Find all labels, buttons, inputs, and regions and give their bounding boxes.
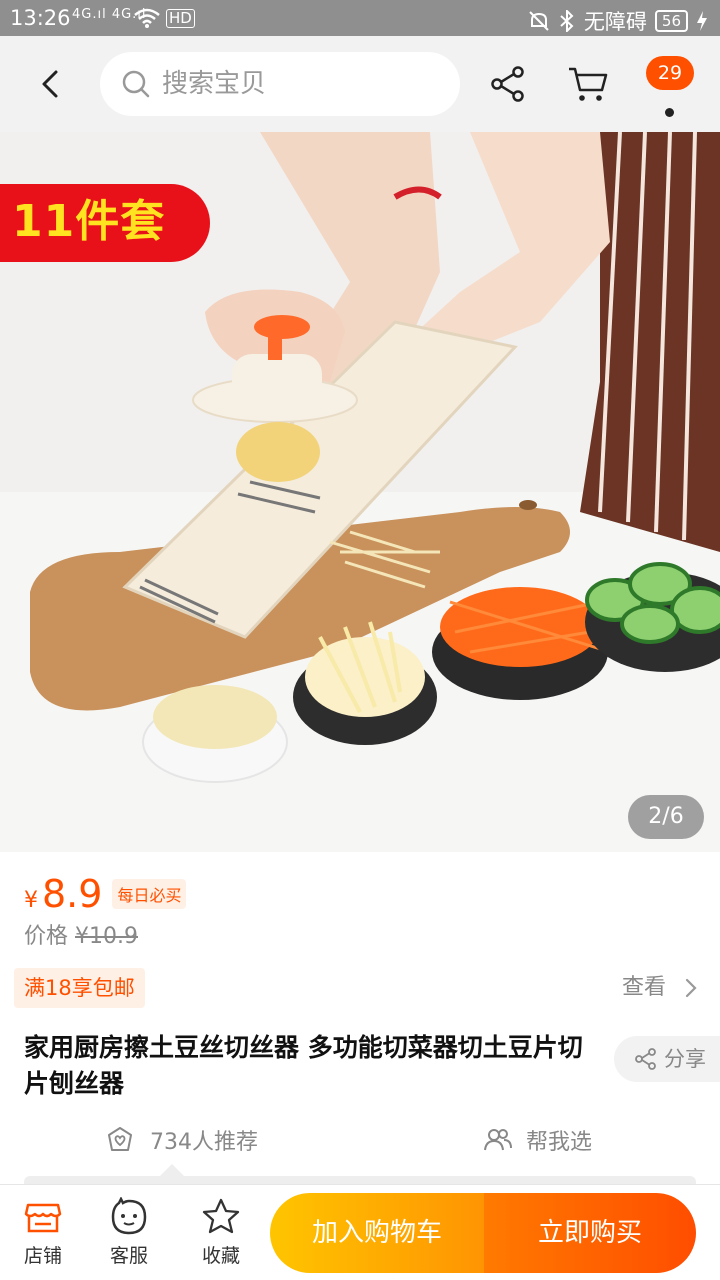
add-to-cart-button[interactable]: 加入购物车 (270, 1193, 484, 1273)
charging-icon (697, 11, 707, 31)
recommend-label: 734人推荐 (150, 1130, 258, 1155)
more-icon (665, 108, 674, 117)
people-icon (484, 1129, 512, 1151)
favorite-tab[interactable]: 收藏 (186, 1197, 256, 1269)
view-link[interactable]: 查看 (622, 972, 666, 1004)
currency-symbol: ¥ (24, 888, 38, 913)
chat-face-icon (111, 1197, 147, 1235)
buy-now-button[interactable]: 立即购买 (484, 1193, 696, 1273)
image-pager: 2/6 (628, 795, 704, 839)
bluetooth-icon (560, 10, 574, 32)
chevron-right-icon[interactable] (682, 977, 700, 999)
original-price: ¥10.9 (75, 924, 138, 949)
store-tab[interactable]: 店铺 (8, 1197, 78, 1269)
help-pick[interactable]: 帮我选 (484, 1124, 592, 1156)
service-label: 客服 (109, 1245, 148, 1267)
promo-ribbon: 11件套 (0, 184, 210, 262)
search-input[interactable]: 搜索宝贝 (100, 52, 460, 116)
current-price: 8.9 (42, 872, 103, 916)
promo-text: 11件套 (12, 196, 166, 247)
share-button[interactable]: 分享 (614, 1036, 720, 1082)
share-icon (635, 1048, 656, 1070)
favorite-label: 收藏 (201, 1245, 240, 1267)
free-shipping-tag: 满18享包邮 (14, 968, 145, 1008)
status-bar: 13:26 4G.ıl 4G.ıl HD 无障碍 56 (0, 0, 720, 36)
daily-buy-tag: 每日必买 (112, 879, 187, 909)
service-tab[interactable]: 客服 (94, 1197, 164, 1269)
nav-bar: 搜索宝贝 29 (0, 36, 720, 132)
share-label: 分享 (664, 1047, 706, 1071)
store-icon (24, 1203, 62, 1233)
product-image[interactable]: 11件套 2/6 (0, 132, 720, 852)
more-button[interactable]: 29 (640, 52, 700, 122)
status-time: 13:26 (10, 6, 71, 30)
cart-icon[interactable] (566, 64, 610, 104)
product-title: 家用厨房擦土豆丝切丝器 多功能切菜器切土豆片切片刨丝器 (24, 1033, 583, 1098)
store-label: 店铺 (23, 1245, 62, 1267)
mute-icon (529, 11, 549, 31)
accessibility-label: 无障碍 (583, 10, 647, 34)
back-icon[interactable] (30, 62, 74, 106)
cart-count-badge: 29 (646, 56, 694, 90)
original-price-row: 价格 ¥10.9 (24, 918, 138, 950)
search-placeholder: 搜索宝贝 (162, 69, 267, 99)
battery-icon: 56 (654, 10, 688, 32)
hd-label: HD (166, 9, 195, 28)
search-icon (122, 70, 150, 98)
share-icon[interactable] (488, 64, 528, 104)
star-icon (202, 1198, 240, 1234)
help-pick-label: 帮我选 (526, 1130, 593, 1155)
original-price-label: 价格 (24, 924, 69, 949)
tab-pointer (160, 1164, 184, 1176)
bottom-bar: 店铺 客服 收藏 加入购物车 立即购买 (0, 1184, 720, 1280)
recommend-icon (108, 1127, 132, 1151)
wifi-icon (134, 8, 160, 28)
price-row: ¥ 8.9 每日必买 (24, 872, 187, 922)
recommend-count[interactable]: 734人推荐 (106, 1124, 258, 1156)
